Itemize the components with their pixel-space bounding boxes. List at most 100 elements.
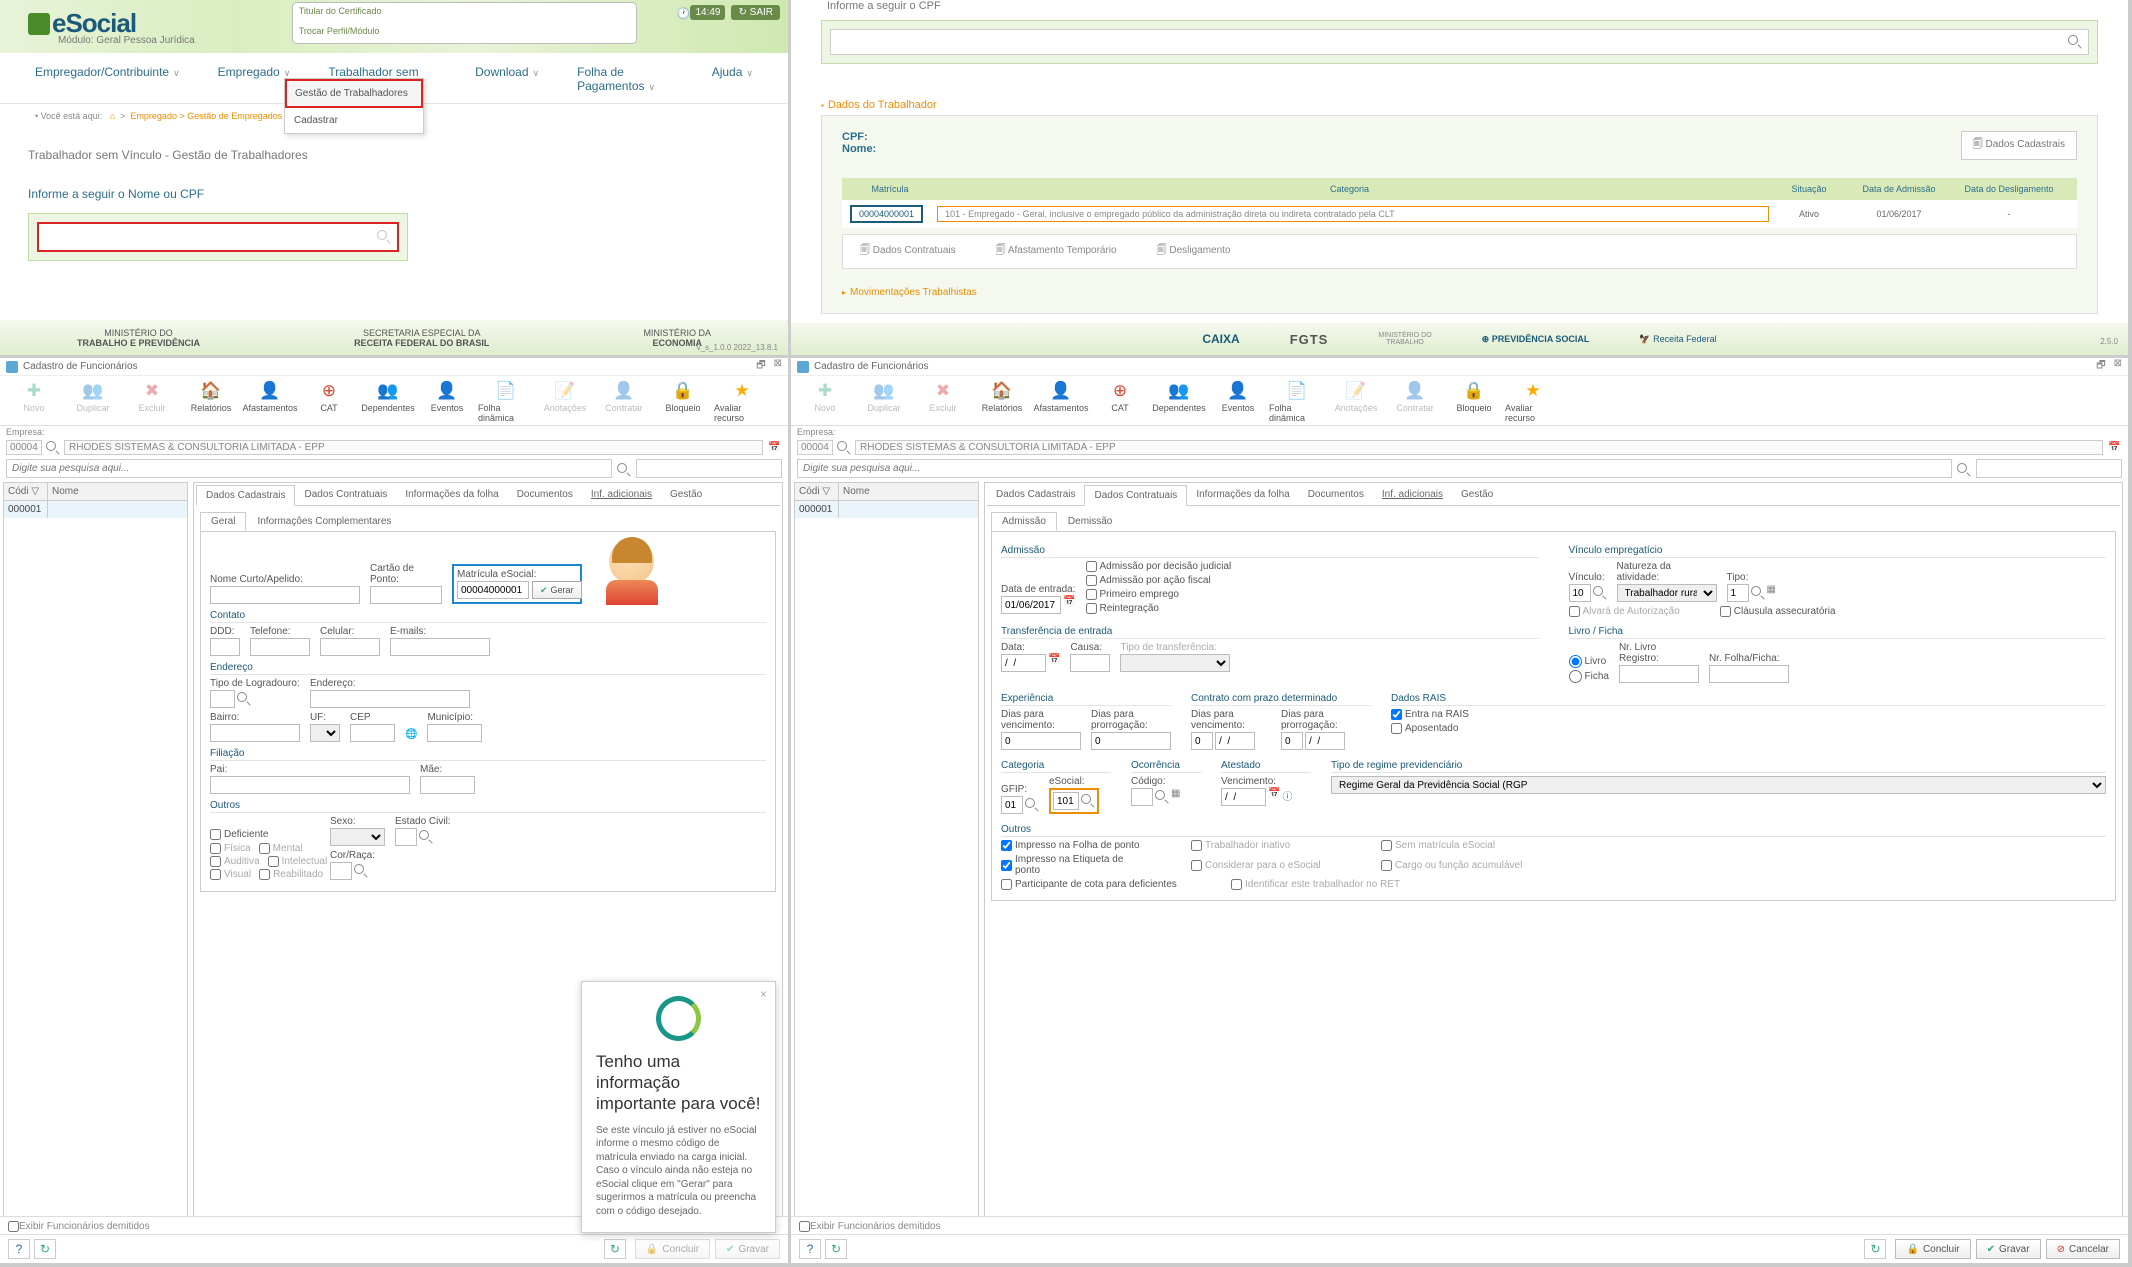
inp-nr-folha[interactable]	[1709, 665, 1789, 683]
submenu-cadastrar[interactable]: Cadastrar	[285, 108, 423, 133]
chk-aposentado[interactable]	[1391, 723, 1402, 734]
grid-row[interactable]: 000001	[4, 501, 187, 518]
switch-profile-link[interactable]: Trocar Perfil/Módulo	[299, 26, 630, 36]
inp-exp-venc[interactable]	[1001, 732, 1081, 750]
subtab-demissao[interactable]: Demissão	[1057, 512, 1123, 531]
search-icon[interactable]	[617, 463, 631, 477]
chk-etiqueta-ponto[interactable]	[1001, 860, 1012, 871]
chk-adm-fiscal[interactable]	[1086, 575, 1097, 586]
inp-nome-curto[interactable]	[210, 586, 360, 604]
chk-trab-inativo[interactable]	[1191, 840, 1202, 851]
chk-clausula[interactable]	[1720, 606, 1731, 617]
tb-anotacoes[interactable]: 📝Anotações	[1328, 380, 1384, 423]
menu-folha-pag[interactable]: Folha de Pagamentos∨	[577, 65, 674, 93]
search-icon[interactable]	[1957, 463, 1971, 477]
empresa-num-input[interactable]: 00004	[6, 440, 42, 455]
btn-concluir[interactable]: 🔒 Concluir	[1895, 1239, 1970, 1259]
search-icon[interactable]	[354, 864, 368, 878]
chk-entra-rais[interactable]	[1391, 709, 1402, 720]
chk-identificar-ret[interactable]	[1231, 879, 1242, 890]
inp-data-entrada[interactable]	[1001, 596, 1061, 614]
rad-livro[interactable]	[1569, 655, 1582, 668]
restore-icon[interactable]: 🗗	[756, 358, 765, 375]
close-icon[interactable]: ⊠	[774, 358, 782, 375]
rad-ficha[interactable]	[1569, 670, 1582, 683]
tb-bloqueio[interactable]: 🔒Bloqueio	[655, 380, 711, 423]
tb-novo[interactable]: ✚Novo	[6, 380, 62, 423]
tab-gestao[interactable]: Gestão	[1452, 485, 1502, 505]
tb-folha-dinamica[interactable]: 📄Folha dinâmica	[1269, 380, 1325, 423]
chk-visual[interactable]	[210, 869, 221, 880]
tab-inf-folha[interactable]: Informações da folha	[1187, 485, 1298, 505]
search-icon[interactable]	[419, 830, 433, 844]
search-icon[interactable]	[1155, 790, 1169, 804]
close-icon[interactable]: ⊠	[2114, 358, 2122, 375]
tab-dados-contratuais[interactable]: Dados Contratuais	[1084, 485, 1187, 506]
inp-venc-atest[interactable]	[1221, 788, 1266, 806]
chk-intelectual[interactable]	[268, 856, 279, 867]
col-nome[interactable]: Nome	[48, 483, 187, 500]
tb-excluir[interactable]: ✖Excluir	[915, 380, 971, 423]
restore-icon[interactable]: 🗗	[2096, 358, 2105, 375]
chk-adm-judicial[interactable]	[1086, 561, 1097, 572]
tab-afastamento[interactable]: 🗐 Afastamento Temporário	[996, 243, 1117, 260]
sel-tipo-transf[interactable]	[1120, 654, 1230, 672]
chk-reabilitado[interactable]	[259, 869, 270, 880]
calendar-icon[interactable]: 📅	[1268, 788, 1280, 806]
subtab-geral[interactable]: Geral	[200, 512, 246, 531]
chk-reintegracao[interactable]	[1086, 603, 1097, 614]
btn-concluir[interactable]: 🔒 Concluir	[635, 1239, 710, 1259]
inp-nr-livro[interactable]	[1619, 665, 1699, 683]
tb-cat[interactable]: ⊕CAT	[301, 380, 357, 423]
chk-deficiente[interactable]	[210, 829, 221, 840]
sel-natureza[interactable]: Trabalhador rural	[1617, 584, 1717, 602]
btn-help[interactable]: ?	[799, 1239, 821, 1259]
tb-relatorios[interactable]: 🏠Relatórios	[974, 380, 1030, 423]
tb-dependentes[interactable]: 👥Dependentes	[360, 380, 416, 423]
inp-ocor[interactable]	[1131, 788, 1153, 806]
sel-regime[interactable]: Regime Geral da Previdência Social (RGP	[1331, 776, 2106, 794]
tb-cat[interactable]: ⊕CAT	[1092, 380, 1148, 423]
btn-help[interactable]: ?	[8, 1239, 30, 1259]
chk-primeiro[interactable]	[1086, 589, 1097, 600]
breadcrumb-link[interactable]: Empregado > Gestão de Empregados	[130, 111, 282, 121]
sel-sexo[interactable]	[330, 828, 385, 846]
inp-endereco[interactable]	[310, 690, 470, 708]
tab-dados-cadastrais[interactable]: Dados Cadastrais	[196, 485, 295, 506]
inp-celular[interactable]	[320, 638, 380, 656]
tb-relatorios[interactable]: 🏠Relatórios	[183, 380, 239, 423]
movimentacoes-link[interactable]: Movimentações Trabalhistas	[842, 287, 2077, 298]
employee-avatar[interactable]	[604, 539, 659, 604]
worker-table-row[interactable]: 00004000001 101 - Empregado - Geral, inc…	[842, 200, 2077, 228]
inp-contr-venc-date[interactable]	[1215, 732, 1255, 750]
inp-telefone[interactable]	[250, 638, 310, 656]
search-icon[interactable]	[837, 441, 851, 455]
chk-mental[interactable]	[259, 843, 270, 854]
empresa-num-input[interactable]: 00004	[797, 440, 833, 455]
tab-documentos[interactable]: Documentos	[1299, 485, 1373, 505]
tb-anotacoes[interactable]: 📝Anotações	[537, 380, 593, 423]
inp-mae[interactable]	[420, 776, 475, 794]
chk-fisica[interactable]	[210, 843, 221, 854]
tb-contratar[interactable]: 👤Contratar	[1387, 380, 1443, 423]
tb-afastamentos[interactable]: 👤Afastamentos	[242, 380, 298, 423]
info-icon[interactable]: ⓘ	[1282, 788, 1292, 806]
col-codigo[interactable]: Códi ▽	[4, 483, 48, 500]
inp-cep[interactable]	[350, 724, 395, 742]
inp-tipo-log[interactable]	[210, 690, 235, 708]
chk-folha-ponto[interactable]	[1001, 840, 1012, 851]
tb-bloqueio[interactable]: 🔒Bloqueio	[1446, 380, 1502, 423]
menu-download[interactable]: Download∨	[475, 65, 539, 93]
btn-refresh[interactable]: ↻	[34, 1239, 56, 1259]
btn-sync[interactable]: ↻	[1864, 1239, 1886, 1259]
tab-documentos[interactable]: Documentos	[508, 485, 582, 505]
btn-gravar[interactable]: ✔Gravar	[1976, 1239, 2041, 1259]
chk-auditiva[interactable]	[210, 856, 221, 867]
calendar-icon[interactable]: 📅	[767, 440, 782, 455]
inp-data-transf[interactable]	[1001, 654, 1046, 672]
inp-vinculo[interactable]	[1569, 584, 1591, 602]
inp-causa[interactable]	[1070, 654, 1110, 672]
inp-contr-venc[interactable]	[1191, 732, 1213, 750]
inp-contr-prorr-date[interactable]	[1305, 732, 1345, 750]
cpf-name-search-input[interactable]	[37, 222, 399, 252]
